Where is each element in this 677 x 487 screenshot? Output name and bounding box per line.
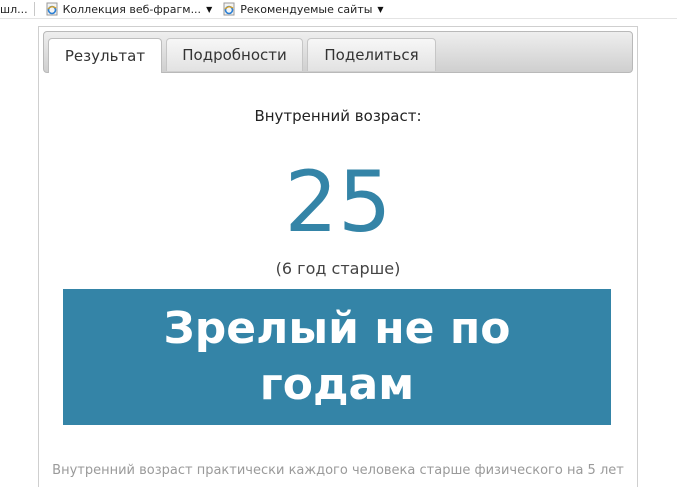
inner-age-label: Внутренний возраст: [254,107,422,125]
ie-page-icon [45,2,59,16]
tab-bar: Результат Подробности Поделиться [43,31,633,73]
result-card: Результат Подробности Поделиться Внутрен… [38,26,638,487]
favorites-item-suggested-sites[interactable]: Рекомендуемые сайты ▼ [222,2,384,16]
result-description: Внутренний возраст практически каждого ч… [52,463,624,478]
tab-share[interactable]: Поделиться [307,38,436,71]
chevron-down-icon[interactable]: ▼ [206,5,212,14]
ie-page-icon [222,2,236,16]
favorites-separator [33,2,35,16]
age-difference: (6 год старше) [275,259,401,278]
chevron-down-icon[interactable]: ▼ [377,5,383,14]
favorites-item-label: Рекомендуемые сайты [240,2,373,16]
favorites-item-label: Коллекция веб-фрагм... [62,2,202,16]
favorites-truncated-item[interactable]: шл... [0,3,28,16]
tab-result[interactable]: Результат [48,38,162,73]
inner-age-value: 25 [284,153,392,251]
verdict-banner: Зрелый не по годам [63,289,611,425]
favorites-item-web-slices[interactable]: Коллекция веб-фрагм... ▼ [45,2,212,16]
favorites-bar: шл... Коллекция веб-фрагм... ▼ Рекоменду… [0,0,677,19]
tab-details[interactable]: Подробности [166,38,303,71]
verdict-text: Зрелый не по годам [163,303,511,410]
